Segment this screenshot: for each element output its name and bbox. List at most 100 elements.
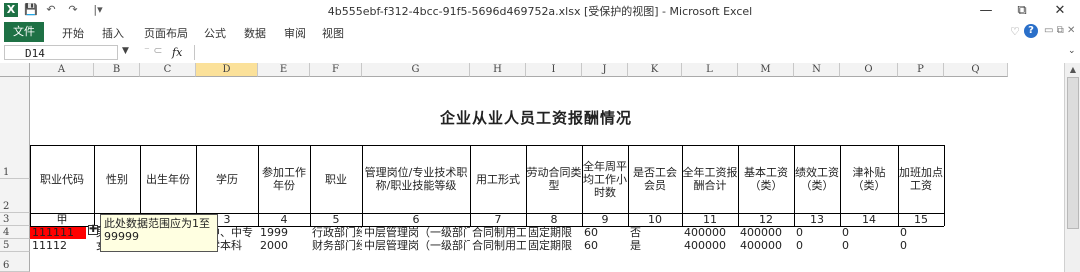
data-cell[interactable]: 400000 (684, 239, 738, 252)
data-cell[interactable]: 0 (900, 239, 944, 252)
data-cell[interactable]: 11112 (32, 239, 94, 252)
column-header-q[interactable]: Q (944, 63, 1008, 77)
numbering-cell[interactable]: 13 (794, 213, 840, 226)
numbering-cell[interactable]: 6 (362, 213, 470, 226)
data-cell[interactable]: 固定期限 (528, 239, 582, 252)
header-cell[interactable]: 学历 (196, 145, 258, 213)
row-header-3[interactable]: 3 (0, 213, 30, 226)
name-box-dropdown-icon[interactable]: ▼ (122, 46, 129, 56)
data-cell[interactable]: 400000 (684, 226, 738, 239)
header-cell[interactable]: 是否工会会员 (628, 145, 682, 213)
restore-button[interactable]: ⧉ (1004, 1, 1040, 20)
column-header-o[interactable]: O (840, 63, 898, 77)
data-cell[interactable]: 固定期限 (528, 226, 582, 239)
header-cell[interactable]: 津补贴（类） (840, 145, 898, 213)
numbering-cell[interactable]: 5 (310, 213, 362, 226)
data-cell[interactable]: 合同制用工 (472, 226, 526, 239)
data-cell[interactable]: 否 (630, 226, 682, 239)
cancel-enter-icon[interactable]: ⁻ ⊂ (144, 44, 163, 57)
numbering-cell[interactable]: 14 (840, 213, 898, 226)
header-cell[interactable]: 加班加点工资 (898, 145, 944, 213)
numbering-cell[interactable]: 10 (628, 213, 682, 226)
expand-formula-bar-icon[interactable]: ⌄ (1068, 46, 1076, 56)
name-box[interactable]: D14 (4, 45, 118, 60)
column-header-j[interactable]: J (582, 63, 628, 77)
row-header-2[interactable]: 2 (0, 179, 30, 213)
tab-insert[interactable]: 插入 (102, 25, 124, 41)
header-cell[interactable]: 性别 (94, 145, 140, 213)
header-cell[interactable]: 全年周平均工作小时数 (582, 145, 628, 213)
data-cell[interactable]: 行政部门经 (312, 226, 362, 239)
column-header-l[interactable]: L (682, 63, 738, 77)
header-cell[interactable]: 全年工资报酬合计 (682, 145, 738, 213)
workbook-window-controls-icon[interactable]: ▭ ⧉ ✕ (1044, 25, 1075, 36)
data-cell[interactable]: 0 (796, 239, 840, 252)
help-icon[interactable]: ? (1024, 24, 1038, 38)
column-header-p[interactable]: P (898, 63, 944, 77)
ribbon-collapse-icon[interactable]: ♡ (1010, 25, 1020, 38)
column-header-g[interactable]: G (362, 63, 470, 77)
row-header-5[interactable]: 5 (0, 239, 30, 252)
column-header-m[interactable]: M (738, 63, 794, 77)
header-cell[interactable]: 基本工资（类） (738, 145, 794, 213)
header-cell[interactable]: 职业 (310, 145, 362, 213)
column-header-n[interactable]: N (794, 63, 840, 77)
data-cell[interactable]: 1999 (260, 226, 310, 239)
header-cell[interactable]: 管理岗位/专业技术职称/职业技能等级 (362, 145, 470, 213)
data-cell[interactable]: 0 (900, 226, 944, 239)
insert-function-icon[interactable]: fx (172, 46, 182, 59)
header-cell[interactable]: 参加工作年份 (258, 145, 310, 213)
row-header-6[interactable]: 6 (0, 252, 30, 272)
data-cell[interactable]: 0 (796, 226, 840, 239)
numbering-cell[interactable]: 4 (258, 213, 310, 226)
tab-view[interactable]: 视图 (322, 25, 344, 41)
data-cell[interactable]: 是 (630, 239, 682, 252)
tab-home[interactable]: 开始 (62, 25, 84, 41)
tab-formulas[interactable]: 公式 (204, 25, 226, 41)
data-cell[interactable]: 中层管理岗（一级部门 (364, 226, 470, 239)
numbering-cell[interactable]: 11 (682, 213, 738, 226)
tab-review[interactable]: 审阅 (284, 25, 306, 41)
numbering-cell[interactable]: 7 (470, 213, 526, 226)
tab-file[interactable]: 文件 (4, 22, 44, 42)
tab-page-layout[interactable]: 页面布局 (144, 25, 188, 41)
column-header-b[interactable]: B (94, 63, 140, 77)
data-cell[interactable]: 60 (584, 239, 628, 252)
data-cell[interactable]: 111111 (30, 226, 86, 239)
row-header-1[interactable]: 1 (0, 77, 30, 179)
data-cell[interactable]: 合同制用工 (472, 239, 526, 252)
data-cell[interactable]: 2000 (260, 239, 310, 252)
data-cell[interactable]: 400000 (740, 239, 794, 252)
header-cell[interactable]: 劳动合同类型 (526, 145, 582, 213)
numbering-cell[interactable]: 9 (582, 213, 628, 226)
column-header-d[interactable]: D (196, 63, 258, 77)
column-header-c[interactable]: C (140, 63, 196, 77)
data-cell[interactable]: 60 (584, 226, 628, 239)
formula-input[interactable] (194, 45, 1065, 60)
header-cell[interactable]: 绩效工资（类） (794, 145, 840, 213)
tab-data[interactable]: 数据 (244, 25, 266, 41)
vertical-scrollbar[interactable]: ▲ (1064, 63, 1080, 272)
data-cell[interactable]: 0 (842, 239, 898, 252)
row-header-4[interactable]: 4 (0, 226, 30, 239)
column-header-k[interactable]: K (628, 63, 682, 77)
data-cell[interactable]: 400000 (740, 226, 794, 239)
column-header-e[interactable]: E (258, 63, 310, 77)
header-cell[interactable]: 职业代码 (30, 145, 94, 213)
column-header-h[interactable]: H (470, 63, 526, 77)
worksheet-grid[interactable]: ABCDEFGHIJKLMNOPQ 123456 职业代码 性别 出生年份 学历 参加工… (0, 63, 1080, 272)
data-cell[interactable]: 中层管理岗（一级部门 (364, 239, 470, 252)
close-button[interactable]: ✕ (1042, 1, 1078, 20)
column-header-i[interactable]: I (526, 63, 582, 77)
header-cell[interactable]: 出生年份 (140, 145, 196, 213)
data-cell[interactable]: 0 (842, 226, 898, 239)
column-header-f[interactable]: F (310, 63, 362, 77)
select-all-corner[interactable] (0, 63, 30, 77)
minimize-button[interactable]: — (968, 1, 1004, 20)
column-header-a[interactable]: A (30, 63, 94, 77)
numbering-cell[interactable]: 12 (738, 213, 794, 226)
numbering-cell[interactable]: 甲 (30, 213, 94, 226)
scroll-up-icon[interactable]: ▲ (1068, 65, 1078, 75)
numbering-cell[interactable]: 15 (898, 213, 944, 226)
data-cell[interactable]: 财务部门经 (312, 239, 362, 252)
